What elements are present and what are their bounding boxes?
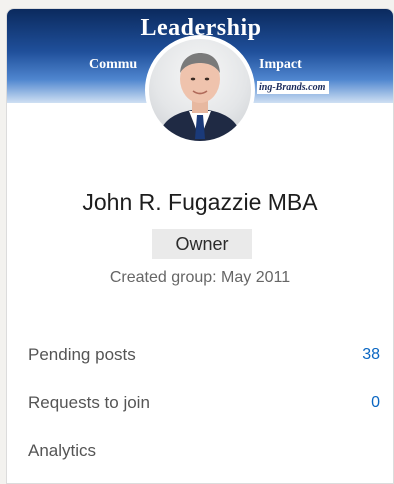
- role-badge: Owner: [152, 229, 252, 259]
- banner-subtitle-left: Commu: [89, 57, 138, 72]
- pending-posts-label: Pending posts: [28, 345, 136, 364]
- avatar-portrait-icon: [157, 53, 243, 141]
- requests-to-join-count[interactable]: 0: [371, 389, 380, 417]
- profile-name[interactable]: John R. Fugazzie MBA: [7, 189, 393, 216]
- pending-posts-count[interactable]: 38: [362, 341, 380, 369]
- banner-subtitle-right: Impact: [259, 57, 302, 72]
- created-date: Created group: May 2011: [109, 269, 291, 286]
- group-profile-card: Leadership Commu Impact ing-Brands.com J…: [6, 8, 394, 484]
- requests-to-join-label: Requests to join: [28, 393, 150, 412]
- requests-to-join-row[interactable]: Requests to join 0: [28, 389, 380, 417]
- banner-brand: ing-Brands.com: [257, 81, 330, 94]
- analytics-label: Analytics: [28, 441, 97, 460]
- avatar[interactable]: [145, 35, 255, 145]
- pending-posts-row[interactable]: Pending posts 38: [28, 341, 380, 369]
- analytics-row[interactable]: Analytics: [28, 437, 380, 465]
